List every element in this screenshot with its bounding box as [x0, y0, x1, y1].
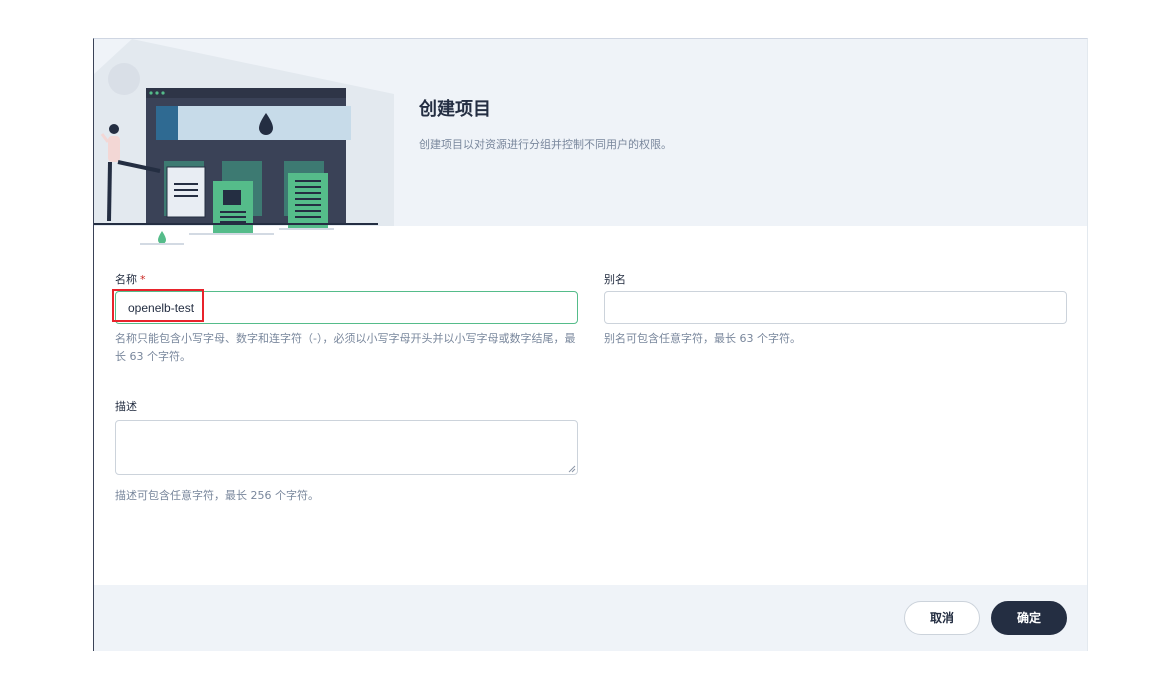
name-help-text: 名称只能包含小写字母、数字和连字符（-），必须以小写字母开头并以小写字母或数字结… [115, 332, 576, 363]
create-project-dialog: 创建项目 创建项目以对资源进行分组并控制不同用户的权限。 名称* 名称只能包含小… [93, 38, 1088, 651]
cancel-button[interactable]: 取消 [904, 601, 980, 635]
description-help-text: 描述可包含任意字符，最长 256 个字符。 [115, 489, 319, 502]
description-textarea[interactable] [115, 420, 578, 475]
resize-handle-icon[interactable] [568, 465, 576, 473]
alias-label: 别名 [604, 273, 626, 286]
alias-help-text: 别名可包含任意字符，最长 63 个字符。 [604, 332, 801, 345]
name-input[interactable] [115, 291, 578, 324]
name-label-text: 名称 [115, 273, 137, 286]
dialog-header: 创建项目 创建项目以对资源进行分组并控制不同用户的权限。 [94, 39, 1087, 245]
required-mark: * [140, 273, 146, 286]
alias-input[interactable] [604, 291, 1067, 324]
dialog-subtitle: 创建项目以对资源进行分组并控制不同用户的权限。 [419, 138, 672, 151]
ok-button[interactable]: 确定 [991, 601, 1067, 635]
description-label: 描述 [115, 400, 137, 413]
name-label: 名称 * [115, 271, 146, 287]
dialog-footer: 取消 确定 [94, 585, 1087, 651]
project-illustration [94, 39, 394, 245]
dialog-title: 创建项目 [419, 99, 491, 120]
